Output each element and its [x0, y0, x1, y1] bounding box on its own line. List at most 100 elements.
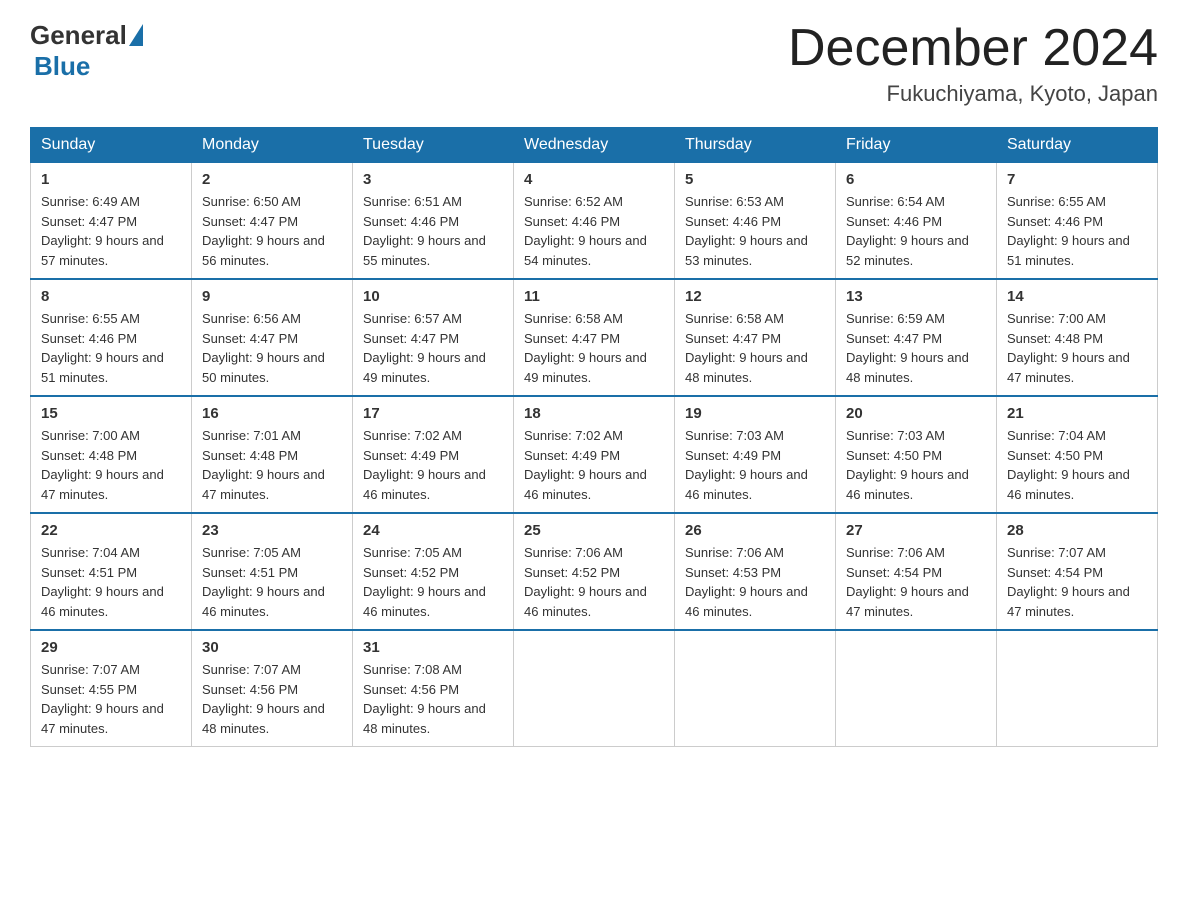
day-number: 18	[524, 405, 664, 422]
daylight-text: Daylight: 9 hours and 51 minutes.	[41, 350, 164, 385]
calendar-cell	[997, 630, 1158, 747]
day-info: Sunrise: 6:55 AM Sunset: 4:46 PM Dayligh…	[1007, 192, 1147, 270]
day-info: Sunrise: 6:54 AM Sunset: 4:46 PM Dayligh…	[846, 192, 986, 270]
sunrise-text: Sunrise: 7:04 AM	[1007, 428, 1106, 443]
day-number: 20	[846, 405, 986, 422]
daylight-text: Daylight: 9 hours and 48 minutes.	[202, 701, 325, 736]
sunrise-text: Sunrise: 7:06 AM	[524, 545, 623, 560]
calendar-cell: 20 Sunrise: 7:03 AM Sunset: 4:50 PM Dayl…	[836, 396, 997, 513]
daylight-text: Daylight: 9 hours and 46 minutes.	[202, 584, 325, 619]
day-info: Sunrise: 7:06 AM Sunset: 4:52 PM Dayligh…	[524, 543, 664, 621]
day-number: 31	[363, 639, 503, 656]
sunset-text: Sunset: 4:46 PM	[1007, 214, 1103, 229]
day-info: Sunrise: 7:07 AM Sunset: 4:54 PM Dayligh…	[1007, 543, 1147, 621]
day-info: Sunrise: 7:06 AM Sunset: 4:53 PM Dayligh…	[685, 543, 825, 621]
day-number: 6	[846, 171, 986, 188]
day-number: 30	[202, 639, 342, 656]
sunset-text: Sunset: 4:53 PM	[685, 565, 781, 580]
day-number: 15	[41, 405, 181, 422]
day-number: 11	[524, 288, 664, 305]
day-info: Sunrise: 6:51 AM Sunset: 4:46 PM Dayligh…	[363, 192, 503, 270]
sunrise-text: Sunrise: 7:05 AM	[202, 545, 301, 560]
day-info: Sunrise: 6:49 AM Sunset: 4:47 PM Dayligh…	[41, 192, 181, 270]
day-of-week-header: Saturday	[997, 128, 1158, 163]
calendar-cell: 26 Sunrise: 7:06 AM Sunset: 4:53 PM Dayl…	[675, 513, 836, 630]
sunrise-text: Sunrise: 7:00 AM	[41, 428, 140, 443]
day-number: 1	[41, 171, 181, 188]
calendar-cell: 13 Sunrise: 6:59 AM Sunset: 4:47 PM Dayl…	[836, 279, 997, 396]
sunrise-text: Sunrise: 7:03 AM	[685, 428, 784, 443]
sunrise-text: Sunrise: 7:07 AM	[41, 662, 140, 677]
sunrise-text: Sunrise: 6:59 AM	[846, 311, 945, 326]
day-number: 2	[202, 171, 342, 188]
calendar-cell: 11 Sunrise: 6:58 AM Sunset: 4:47 PM Dayl…	[514, 279, 675, 396]
day-info: Sunrise: 6:59 AM Sunset: 4:47 PM Dayligh…	[846, 309, 986, 387]
title-section: December 2024 Fukuchiyama, Kyoto, Japan	[788, 20, 1158, 107]
sunset-text: Sunset: 4:47 PM	[685, 331, 781, 346]
calendar-cell: 12 Sunrise: 6:58 AM Sunset: 4:47 PM Dayl…	[675, 279, 836, 396]
daylight-text: Daylight: 9 hours and 55 minutes.	[363, 233, 486, 268]
calendar-cell: 10 Sunrise: 6:57 AM Sunset: 4:47 PM Dayl…	[353, 279, 514, 396]
day-info: Sunrise: 7:02 AM Sunset: 4:49 PM Dayligh…	[524, 426, 664, 504]
day-number: 21	[1007, 405, 1147, 422]
day-of-week-header: Monday	[192, 128, 353, 163]
day-number: 29	[41, 639, 181, 656]
daylight-text: Daylight: 9 hours and 47 minutes.	[41, 467, 164, 502]
day-info: Sunrise: 6:50 AM Sunset: 4:47 PM Dayligh…	[202, 192, 342, 270]
day-of-week-header: Tuesday	[353, 128, 514, 163]
daylight-text: Daylight: 9 hours and 49 minutes.	[363, 350, 486, 385]
calendar-cell	[514, 630, 675, 747]
sunrise-text: Sunrise: 7:08 AM	[363, 662, 462, 677]
day-number: 7	[1007, 171, 1147, 188]
day-of-week-header: Friday	[836, 128, 997, 163]
sunrise-text: Sunrise: 7:04 AM	[41, 545, 140, 560]
daylight-text: Daylight: 9 hours and 56 minutes.	[202, 233, 325, 268]
sunset-text: Sunset: 4:50 PM	[1007, 448, 1103, 463]
sunset-text: Sunset: 4:48 PM	[202, 448, 298, 463]
calendar-cell: 28 Sunrise: 7:07 AM Sunset: 4:54 PM Dayl…	[997, 513, 1158, 630]
day-info: Sunrise: 6:58 AM Sunset: 4:47 PM Dayligh…	[524, 309, 664, 387]
sunrise-text: Sunrise: 7:01 AM	[202, 428, 301, 443]
calendar-cell: 22 Sunrise: 7:04 AM Sunset: 4:51 PM Dayl…	[31, 513, 192, 630]
calendar-cell: 23 Sunrise: 7:05 AM Sunset: 4:51 PM Dayl…	[192, 513, 353, 630]
day-number: 4	[524, 171, 664, 188]
daylight-text: Daylight: 9 hours and 54 minutes.	[524, 233, 647, 268]
day-number: 16	[202, 405, 342, 422]
logo-general-text: General	[30, 20, 127, 51]
day-info: Sunrise: 6:53 AM Sunset: 4:46 PM Dayligh…	[685, 192, 825, 270]
calendar-cell: 31 Sunrise: 7:08 AM Sunset: 4:56 PM Dayl…	[353, 630, 514, 747]
sunset-text: Sunset: 4:49 PM	[524, 448, 620, 463]
sunset-text: Sunset: 4:56 PM	[202, 682, 298, 697]
sunset-text: Sunset: 4:49 PM	[363, 448, 459, 463]
daylight-text: Daylight: 9 hours and 47 minutes.	[202, 467, 325, 502]
day-number: 13	[846, 288, 986, 305]
sunrise-text: Sunrise: 7:02 AM	[524, 428, 623, 443]
sunrise-text: Sunrise: 6:52 AM	[524, 194, 623, 209]
sunset-text: Sunset: 4:48 PM	[1007, 331, 1103, 346]
day-info: Sunrise: 7:05 AM Sunset: 4:51 PM Dayligh…	[202, 543, 342, 621]
day-info: Sunrise: 7:03 AM Sunset: 4:49 PM Dayligh…	[685, 426, 825, 504]
sunrise-text: Sunrise: 6:53 AM	[685, 194, 784, 209]
daylight-text: Daylight: 9 hours and 46 minutes.	[846, 467, 969, 502]
sunset-text: Sunset: 4:49 PM	[685, 448, 781, 463]
page-header: General Blue December 2024 Fukuchiyama, …	[30, 20, 1158, 107]
day-number: 26	[685, 522, 825, 539]
day-info: Sunrise: 6:56 AM Sunset: 4:47 PM Dayligh…	[202, 309, 342, 387]
day-number: 3	[363, 171, 503, 188]
day-info: Sunrise: 7:03 AM Sunset: 4:50 PM Dayligh…	[846, 426, 986, 504]
location: Fukuchiyama, Kyoto, Japan	[788, 81, 1158, 107]
sunrise-text: Sunrise: 6:54 AM	[846, 194, 945, 209]
sunrise-text: Sunrise: 7:06 AM	[685, 545, 784, 560]
day-info: Sunrise: 7:04 AM Sunset: 4:50 PM Dayligh…	[1007, 426, 1147, 504]
daylight-text: Daylight: 9 hours and 53 minutes.	[685, 233, 808, 268]
sunset-text: Sunset: 4:52 PM	[524, 565, 620, 580]
day-of-week-header: Thursday	[675, 128, 836, 163]
sunset-text: Sunset: 4:56 PM	[363, 682, 459, 697]
daylight-text: Daylight: 9 hours and 46 minutes.	[524, 584, 647, 619]
day-info: Sunrise: 7:08 AM Sunset: 4:56 PM Dayligh…	[363, 660, 503, 738]
sunrise-text: Sunrise: 7:06 AM	[846, 545, 945, 560]
day-number: 27	[846, 522, 986, 539]
day-number: 14	[1007, 288, 1147, 305]
calendar-cell: 29 Sunrise: 7:07 AM Sunset: 4:55 PM Dayl…	[31, 630, 192, 747]
calendar-cell: 8 Sunrise: 6:55 AM Sunset: 4:46 PM Dayli…	[31, 279, 192, 396]
